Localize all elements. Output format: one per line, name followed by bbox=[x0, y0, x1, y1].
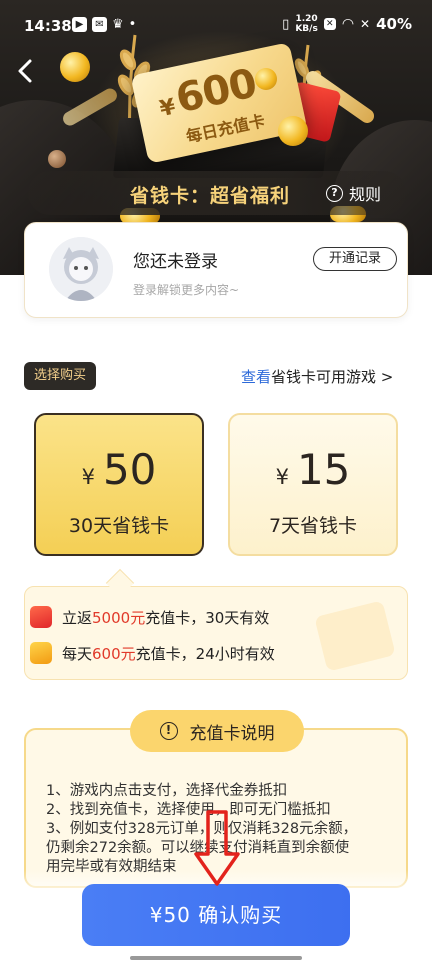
banner-title: 省钱卡：超省福利 bbox=[130, 185, 291, 207]
rules-button[interactable]: ? 规则 bbox=[326, 181, 381, 205]
login-hint: 登录解锁更多内容~ bbox=[133, 283, 240, 297]
gift-pack-icon bbox=[30, 606, 52, 628]
battery-level: 40% bbox=[376, 15, 412, 33]
benefit-suffix: 充值卡，30天有效 bbox=[145, 608, 270, 627]
benefit-row: 立返5000元充值卡，30天有效 bbox=[30, 606, 269, 628]
ticket-currency: ¥ bbox=[157, 94, 177, 123]
net-speed-unit: KB/s bbox=[295, 24, 318, 34]
plan-price: 15 bbox=[296, 445, 351, 494]
coin-icon bbox=[278, 116, 308, 146]
coin-icon bbox=[255, 68, 277, 90]
crown-notification-icon: ♛ bbox=[112, 17, 124, 32]
plan-name: 30天省钱卡 bbox=[68, 515, 170, 537]
view-link-rest: 省钱卡可用游戏 > bbox=[271, 368, 394, 386]
history-button[interactable]: 开通记录 bbox=[313, 247, 397, 271]
benefit-row: 每天600元充值卡，24小时有效 bbox=[30, 642, 275, 664]
bead-icon bbox=[48, 150, 66, 168]
net-speed-value: 1.20 bbox=[295, 14, 318, 24]
status-time: 14:38 bbox=[24, 17, 72, 35]
rules-label: 规则 bbox=[349, 185, 382, 204]
play-notification-icon: ▶ bbox=[72, 17, 87, 32]
explanation-title: 充值卡说明 bbox=[189, 723, 275, 744]
user-name[interactable]: 您还未登录 bbox=[133, 247, 218, 272]
avatar[interactable] bbox=[49, 237, 113, 301]
status-bar: 14:38 ▶ ✉ ♛ • ▯ 1.20 KB/s ✕ ◠ ✕ 40% bbox=[0, 0, 432, 50]
explanation-header: ! 充值卡说明 bbox=[130, 710, 304, 752]
plan-currency: ¥ bbox=[81, 465, 95, 489]
view-games-link[interactable]: 查看省钱卡可用游戏 > bbox=[241, 366, 393, 387]
plan-card-30day[interactable]: ¥50 30天省钱卡 bbox=[34, 413, 204, 556]
coin-icon bbox=[60, 52, 90, 82]
more-notifications-icon: • bbox=[128, 17, 137, 32]
default-avatar-icon bbox=[49, 237, 113, 301]
mail-notification-icon: ✉ bbox=[92, 17, 107, 32]
explanation-line: 1、游戏内点击支付，选择代金券抵扣 bbox=[46, 783, 288, 799]
home-indicator[interactable] bbox=[130, 956, 302, 960]
status-right: ▯ 1.20 KB/s ✕ ◠ ✕ 40% bbox=[282, 14, 412, 34]
user-card: 您还未登录 登录解锁更多内容~ 开通记录 bbox=[24, 222, 408, 318]
plan-price: 50 bbox=[102, 445, 157, 494]
red-arrow-annotation-icon bbox=[194, 810, 240, 886]
back-arrow-icon[interactable] bbox=[14, 58, 36, 84]
no-sim-icon: ✕ bbox=[323, 18, 336, 30]
benefit-prefix: 每天 bbox=[62, 644, 93, 663]
cross-icon: ✕ bbox=[360, 17, 371, 31]
net-speed: 1.20 KB/s bbox=[295, 14, 317, 34]
vibrate-icon: ▯ bbox=[282, 16, 290, 32]
benefit-prefix: 立返 bbox=[62, 608, 93, 627]
recharge-card-icon bbox=[30, 642, 52, 664]
benefit-highlight: 600元 bbox=[92, 644, 136, 663]
plan-currency: ¥ bbox=[275, 465, 289, 489]
benefit-suffix: 充值卡，24小时有效 bbox=[135, 644, 275, 663]
confirm-purchase-button[interactable]: ¥50 确认购买 bbox=[82, 884, 350, 946]
notification-icons: ▶ ✉ ♛ • bbox=[72, 17, 136, 32]
question-icon: ? bbox=[326, 184, 343, 202]
exclamation-icon: ! bbox=[159, 722, 178, 740]
select-purchase-tag: 选择购买 bbox=[24, 362, 96, 390]
wifi-icon: ◠ bbox=[341, 16, 355, 32]
plan-card-7day[interactable]: ¥15 7天省钱卡 bbox=[228, 413, 398, 556]
view-link-highlight: 查看 bbox=[241, 368, 272, 386]
benefit-highlight: 5000元 bbox=[92, 608, 146, 627]
plan-name: 7天省钱卡 bbox=[268, 515, 358, 537]
